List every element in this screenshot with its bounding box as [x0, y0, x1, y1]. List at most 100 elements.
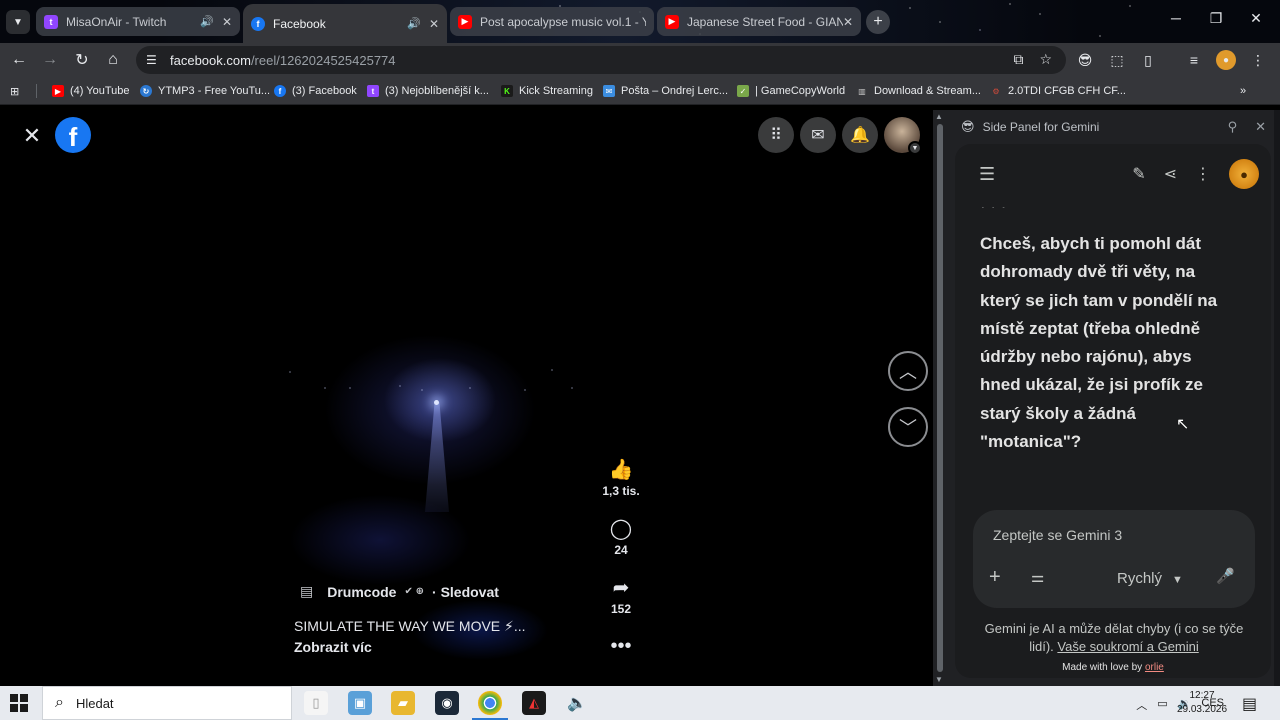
- new-chat-icon[interactable]: ✎: [1132, 164, 1145, 184]
- windows-start-icon[interactable]: [10, 694, 28, 712]
- speaker-icon[interactable]: 🔊: [200, 15, 214, 28]
- prompt-input[interactable]: Zeptejte se Gemini 3: [993, 527, 1122, 543]
- bookmark-label: (4) YouTube: [70, 85, 130, 97]
- bookmark-gamecopyworld[interactable]: ✓ | GameCopyWorld: [737, 83, 845, 99]
- forward-arrow-icon[interactable]: →: [39, 49, 61, 71]
- file-explorer-icon[interactable]: ▰: [391, 691, 415, 715]
- share-icon[interactable]: ⋖: [1164, 164, 1177, 184]
- youtube-icon: ▶: [665, 14, 679, 29]
- extension-emoji-icon[interactable]: 😎: [1075, 50, 1095, 70]
- more-options-action[interactable]: •••: [600, 634, 642, 658]
- scrollbar-thumb[interactable]: [937, 124, 943, 672]
- show-more-link[interactable]: Zobrazit víc: [294, 639, 372, 655]
- profile-avatar[interactable]: ●: [1216, 50, 1236, 70]
- bookmark-download-stream[interactable]: ▥ Download & Stream...: [856, 83, 981, 99]
- bookmarks-separator: [36, 84, 37, 98]
- tab-youtube-japanese-food[interactable]: ▶ Japanese Street Food - GIANT ✕: [657, 7, 861, 36]
- blank-document-icon[interactable]: ▯: [304, 691, 328, 715]
- extensions-puzzle-icon[interactable]: ⬚: [1107, 50, 1127, 70]
- close-reel-icon[interactable]: ✕: [20, 123, 44, 148]
- like-action[interactable]: 👍 1,3 tis.: [600, 458, 642, 498]
- add-attachment-icon[interactable]: +: [989, 566, 1001, 589]
- author-link[interactable]: orlie: [1145, 662, 1164, 673]
- tab-youtube-post-apocalypse[interactable]: ▶ Post apocalypse music vol.1 - Y: [450, 7, 654, 36]
- bookmark-label: | GameCopyWorld: [755, 85, 846, 97]
- microphone-icon[interactable]: 🎤: [1216, 567, 1235, 585]
- scroll-down-icon[interactable]: ▼: [935, 675, 943, 684]
- site-settings-icon[interactable]: ☰: [146, 53, 160, 67]
- messenger-icon[interactable]: ✉: [800, 117, 836, 153]
- gemini-prompt-box[interactable]: Zeptejte se Gemini 3 + ⚌ Rychlý ▼ 🎤: [973, 510, 1255, 608]
- chrome-icon[interactable]: [472, 691, 508, 720]
- tab-search-button[interactable]: ▼: [6, 10, 30, 34]
- hamburger-menu-icon[interactable]: ☰: [979, 164, 995, 185]
- bookmark-tdi[interactable]: ⚙ 2.0TDI CFGB CFH CF...: [990, 83, 1126, 99]
- comment-bubble-icon[interactable]: ◯: [600, 517, 642, 541]
- photos-app-icon[interactable]: ▣: [348, 691, 372, 715]
- model-mode-dropdown[interactable]: Rychlý ▼: [1117, 570, 1183, 587]
- share-arrow-icon[interactable]: ➦: [600, 576, 642, 600]
- minimize-icon[interactable]: ─: [1164, 10, 1188, 26]
- account-avatar[interactable]: ▼: [884, 117, 922, 155]
- notifications-icon[interactable]: ▤: [1242, 694, 1257, 714]
- follow-button[interactable]: · Sledovat: [432, 584, 499, 600]
- speaker-icon[interactable]: 🔊: [407, 17, 421, 30]
- home-icon[interactable]: ⌂: [102, 49, 124, 71]
- search-placeholder[interactable]: Hledat: [76, 696, 114, 711]
- tools-sliders-icon[interactable]: ⚌: [1031, 568, 1044, 586]
- facebook-logo[interactable]: f: [55, 117, 91, 153]
- close-icon[interactable]: ✕: [222, 15, 232, 29]
- share-action[interactable]: ➦ 152: [600, 576, 642, 616]
- next-reel-button[interactable]: ﹀: [888, 407, 928, 447]
- bookmark-star-icon[interactable]: ☆: [1039, 51, 1052, 68]
- bookmarks-overflow-icon[interactable]: »: [1240, 83, 1246, 99]
- side-panel-icon[interactable]: ▯: [1138, 50, 1158, 70]
- unpin-icon[interactable]: ⚲: [1228, 119, 1238, 135]
- privacy-link[interactable]: Vaše soukromí a Gemini: [1057, 639, 1198, 654]
- bookmark-ytmp3[interactable]: ↻ YTMP3 - Free YouTu...: [140, 83, 270, 99]
- install-app-icon[interactable]: ⧉: [1013, 51, 1023, 68]
- bookmark-kick[interactable]: K Kick Streaming: [501, 83, 593, 99]
- bookmark-facebook[interactable]: f (3) Facebook: [274, 83, 357, 99]
- taskbar-clock[interactable]: 12:27 29.03.2026: [1172, 689, 1232, 717]
- menu-grid-icon[interactable]: ⠿: [758, 117, 794, 153]
- recording-app-icon[interactable]: ◭: [522, 691, 546, 715]
- new-tab-button[interactable]: +: [866, 10, 890, 34]
- reload-icon[interactable]: ↻: [71, 49, 93, 71]
- video-stage-lights: [280, 368, 600, 398]
- thumbs-up-icon[interactable]: 👍: [600, 458, 642, 482]
- close-icon[interactable]: ✕: [429, 17, 439, 31]
- close-icon[interactable]: ✕: [843, 15, 853, 29]
- restore-icon[interactable]: ❐: [1204, 10, 1228, 27]
- response-line: dohromady dvě tři věty, na: [980, 262, 1196, 282]
- comment-action[interactable]: ◯ 24: [600, 517, 642, 557]
- kebab-menu-icon[interactable]: ⋮: [1195, 164, 1211, 184]
- close-panel-icon[interactable]: ✕: [1255, 119, 1266, 135]
- more-dots-icon[interactable]: •••: [600, 634, 642, 658]
- tab-facebook[interactable]: f Facebook 🔊 ✕: [243, 4, 447, 43]
- comment-count: 24: [614, 543, 628, 557]
- taskbar-search[interactable]: ⌕ Hledat: [42, 686, 292, 720]
- kebab-menu-icon[interactable]: ⋮: [1248, 50, 1268, 70]
- back-arrow-icon[interactable]: ←: [8, 49, 30, 71]
- scroll-up-icon[interactable]: ▲: [935, 112, 943, 121]
- previous-reel-button[interactable]: ︿: [888, 351, 928, 391]
- bookmark-twitch[interactable]: t (3) Nejoblíbenější k...: [367, 83, 489, 99]
- notifications-bell-icon[interactable]: 🔔: [842, 117, 878, 153]
- page-scrollbar[interactable]: ▲ ▼: [933, 110, 947, 686]
- media-controls-icon[interactable]: ≡: [1184, 50, 1204, 70]
- url-text[interactable]: facebook.com/reel/1262024525425774: [170, 53, 396, 68]
- steam-icon[interactable]: ◉: [435, 691, 459, 715]
- window-close-icon[interactable]: ✕: [1244, 10, 1268, 27]
- author-name[interactable]: Drumcode: [327, 584, 396, 600]
- bookmark-posta[interactable]: ✉ Pošta – Ondrej Lerc...: [603, 83, 728, 99]
- network-icon[interactable]: ▭: [1157, 697, 1167, 713]
- apps-grid-icon[interactable]: ⊞: [10, 83, 19, 99]
- audio-app-icon[interactable]: 🔈: [565, 691, 589, 715]
- address-bar[interactable]: ☰ facebook.com/reel/1262024525425774 ⧉ ☆: [136, 46, 1066, 74]
- previous-text-fragment: · · ·: [980, 198, 1007, 208]
- bookmark-youtube[interactable]: ▶ (4) YouTube: [52, 83, 130, 99]
- tray-overflow-icon[interactable]: ︿: [1136, 697, 1147, 713]
- gemini-profile-avatar[interactable]: ●: [1229, 159, 1259, 189]
- tab-twitch[interactable]: t MisaOnAir - Twitch 🔊 ✕: [36, 7, 240, 36]
